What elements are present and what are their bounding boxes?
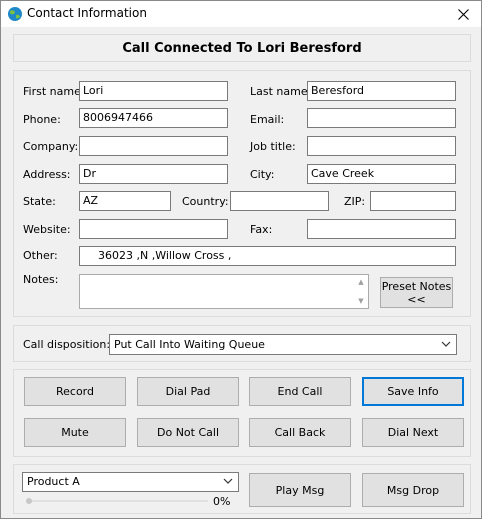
call-disposition-select[interactable]: Put Call Into Waiting Queue xyxy=(109,334,457,355)
zip-label: ZIP: xyxy=(344,195,366,208)
dial-pad-button[interactable]: Dial Pad xyxy=(137,377,239,406)
progress-percent: 0% xyxy=(213,495,231,508)
state-field[interactable]: AZ xyxy=(79,191,171,211)
do-not-call-button[interactable]: Do Not Call xyxy=(137,418,239,447)
record-button[interactable]: Record xyxy=(24,377,126,406)
scroll-up-icon[interactable]: ▲ xyxy=(356,277,366,287)
address-label: Address: xyxy=(23,168,71,181)
end-call-button[interactable]: End Call xyxy=(249,377,351,406)
title-bar: Contact Information xyxy=(1,1,481,27)
phone-label: Phone: xyxy=(23,113,61,126)
globe-icon xyxy=(8,7,22,21)
last-name-field[interactable]: Beresford xyxy=(307,81,456,101)
email-label: Email: xyxy=(250,113,285,126)
city-label: City: xyxy=(250,168,275,181)
call-disposition-label: Call disposition: xyxy=(23,338,111,351)
product-select[interactable]: Product A xyxy=(22,472,239,492)
company-label: Company: xyxy=(23,140,79,153)
call-status-text: Call Connected To Lori Beresford xyxy=(122,41,362,56)
website-label: Website: xyxy=(23,223,71,236)
website-field[interactable] xyxy=(79,219,228,239)
other-field[interactable]: 36023 ,N ,Willow Cross , xyxy=(79,246,456,266)
message-progress-slider[interactable] xyxy=(26,498,208,504)
first-name-field[interactable]: Lori xyxy=(79,81,228,101)
first-name-label: First name: xyxy=(23,85,85,98)
city-field[interactable]: Cave Creek xyxy=(307,164,456,184)
address-field[interactable]: Dr xyxy=(79,164,228,184)
state-label: State: xyxy=(23,195,56,208)
play-msg-button[interactable]: Play Msg xyxy=(249,473,351,507)
company-field[interactable] xyxy=(79,136,228,156)
notes-label: Notes: xyxy=(23,273,59,286)
scroll-down-icon[interactable]: ▼ xyxy=(356,296,366,306)
job-title-field[interactable] xyxy=(307,136,456,156)
close-button[interactable] xyxy=(445,1,481,27)
call-back-button[interactable]: Call Back xyxy=(249,418,351,447)
progress-thumb[interactable] xyxy=(26,498,32,504)
chevron-down-icon xyxy=(223,478,233,484)
chevron-down-icon xyxy=(441,341,451,347)
dial-next-button[interactable]: Dial Next xyxy=(362,418,464,447)
country-label: Country: xyxy=(182,195,229,208)
close-icon xyxy=(457,8,469,20)
other-label: Other: xyxy=(23,249,58,262)
last-name-label: Last name: xyxy=(250,85,312,98)
call-disposition-value: Put Call Into Waiting Queue xyxy=(114,338,265,351)
phone-field[interactable]: 8006947466 xyxy=(79,108,228,128)
fax-field[interactable] xyxy=(307,219,456,239)
call-status-banner: Call Connected To Lori Beresford xyxy=(13,34,471,62)
progress-track-line xyxy=(26,500,208,502)
save-info-button[interactable]: Save Info xyxy=(362,377,464,406)
email-field[interactable] xyxy=(307,108,456,128)
notes-textarea[interactable]: ▲ ▼ xyxy=(79,274,369,309)
preset-notes-button[interactable]: Preset Notes << xyxy=(380,277,453,308)
zip-field[interactable] xyxy=(370,191,456,211)
fax-label: Fax: xyxy=(250,223,273,236)
product-value: Product A xyxy=(27,475,80,488)
mute-button[interactable]: Mute xyxy=(24,418,126,447)
preset-notes-label: Preset Notes xyxy=(381,279,452,293)
contact-information-window: Contact Information Call Connected To Lo… xyxy=(0,0,482,519)
msg-drop-button[interactable]: Msg Drop xyxy=(362,473,464,507)
country-field[interactable] xyxy=(230,191,329,211)
preset-notes-arrows: << xyxy=(407,292,426,306)
job-title-label: Job title: xyxy=(250,140,296,153)
window-title: Contact Information xyxy=(27,6,147,20)
